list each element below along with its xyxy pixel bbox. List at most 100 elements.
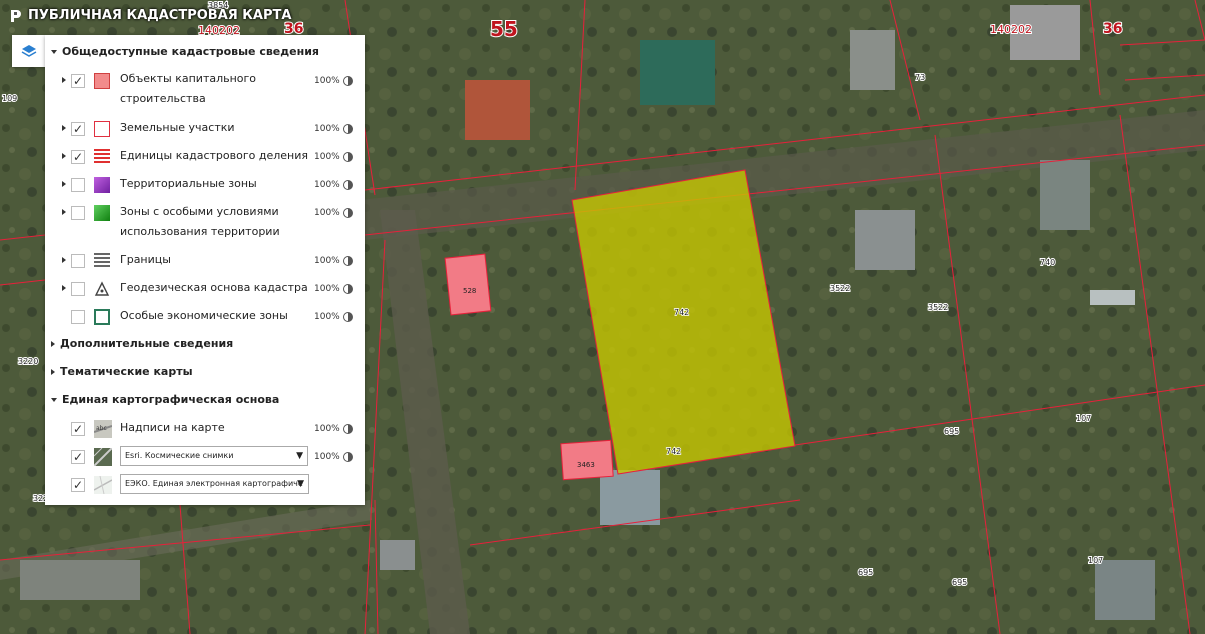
expand-icon[interactable] <box>62 77 66 83</box>
opacity-value: 100% <box>314 152 340 162</box>
opacity-icon[interactable] <box>343 312 353 322</box>
boundaries-swatch-icon <box>94 253 110 269</box>
section-title: Единая картографическая основа <box>62 393 280 406</box>
opacity-value: 100% <box>314 208 340 218</box>
economic-zones-swatch-icon <box>94 309 110 325</box>
map-label: 695 <box>944 427 959 436</box>
expand-icon[interactable] <box>62 209 66 215</box>
opacity-icon[interactable] <box>343 124 353 134</box>
layer-checkbox[interactable]: ✓ <box>71 450 85 464</box>
layer-checkbox[interactable]: ✓ <box>71 422 85 436</box>
house-roof <box>380 540 415 570</box>
layer-checkbox[interactable]: ✓ <box>71 122 85 136</box>
house-roof <box>1040 160 1090 230</box>
building-528[interactable] <box>444 253 492 316</box>
opacity-value: 100% <box>314 256 340 266</box>
section-public-cadastre[interactable]: Общедоступные кадастровые сведения <box>51 45 319 58</box>
section-title: Дополнительные сведения <box>60 337 234 350</box>
map-label: 109 <box>2 94 17 103</box>
expand-icon[interactable] <box>62 285 66 291</box>
map-labels-thumbnail-icon: abc <box>94 420 112 438</box>
house-roof <box>20 560 140 600</box>
layer-checkbox[interactable] <box>71 310 85 324</box>
layer-label: Объекты капитального строительства <box>120 72 257 105</box>
cadastral-units-swatch-icon <box>94 149 110 165</box>
chevron-down-icon: ▼ <box>296 451 303 461</box>
expand-icon[interactable] <box>62 181 66 187</box>
map-label: 3522 <box>830 284 850 293</box>
satellite-thumbnail-icon <box>94 448 112 466</box>
layer-checkbox[interactable] <box>71 178 85 192</box>
house-roof <box>640 40 715 105</box>
app-header: ПУБЛИЧНАЯ КАДАСТРОВАЯ КАРТА <box>10 8 291 23</box>
section-title: Общедоступные кадастровые сведения <box>62 45 319 58</box>
opacity-icon[interactable] <box>343 452 353 462</box>
layer-checkbox[interactable] <box>71 254 85 268</box>
land-plot-swatch-icon <box>94 121 110 137</box>
layer-label: Границы <box>120 253 171 266</box>
opacity-value: 100% <box>314 76 340 86</box>
basemap-select-eeko[interactable]: ЕЭКО. Единая электронная картографиче ▼ <box>120 474 309 494</box>
house-roof <box>465 80 530 140</box>
opacity-value: 100% <box>314 312 340 322</box>
opacity-value: 100% <box>314 424 340 434</box>
opacity-value: 100% <box>314 284 340 294</box>
map-label: 528 <box>463 287 476 295</box>
expand-icon[interactable] <box>62 257 66 263</box>
map-label: 107 <box>1076 414 1091 423</box>
layer-checkbox[interactable]: ✓ <box>71 74 85 88</box>
expand-icon[interactable] <box>62 153 66 159</box>
collapse-icon <box>51 397 57 402</box>
map-label: 3522 <box>928 303 948 312</box>
opacity-icon[interactable] <box>343 180 353 190</box>
building-3463[interactable] <box>560 439 614 481</box>
house-roof <box>1095 560 1155 620</box>
opacity-value: 100% <box>314 180 340 190</box>
basemap-select-esri[interactable]: Esri. Космические снимки ▼ <box>120 446 308 466</box>
section-base-map[interactable]: Единая картографическая основа <box>51 393 279 406</box>
map-label: 140202 <box>990 23 1032 36</box>
svg-text:abc: abc <box>96 425 107 432</box>
expand-icon <box>51 340 55 347</box>
select-value: Esri. Космические снимки <box>125 451 234 460</box>
layers-toggle-button[interactable] <box>12 35 45 67</box>
layer-label: Земельные участки <box>120 121 235 134</box>
expand-icon[interactable] <box>62 125 66 131</box>
capital-construction-swatch-icon <box>94 73 110 89</box>
house-roof <box>855 210 915 270</box>
map-label: 742 <box>674 308 689 317</box>
opacity-value: 100% <box>314 452 340 462</box>
map-label: 3220 <box>18 357 38 366</box>
house-roof <box>1090 290 1135 305</box>
opacity-icon[interactable] <box>343 256 353 266</box>
chevron-down-icon: ▼ <box>297 479 304 489</box>
layer-checkbox[interactable]: ✓ <box>71 478 85 492</box>
opacity-value: 100% <box>314 124 340 134</box>
map-label: 36 <box>1103 21 1122 37</box>
map-label: 695 <box>952 578 967 587</box>
section-title: Тематические карты <box>60 365 193 378</box>
pkk-logo-icon <box>11 9 21 22</box>
opacity-icon[interactable] <box>343 208 353 218</box>
layer-label: Территориальные зоны <box>120 177 257 190</box>
opacity-icon[interactable] <box>343 152 353 162</box>
map-label: 107 <box>1088 556 1103 565</box>
opacity-icon[interactable] <box>343 76 353 86</box>
layer-label: Надписи на карте <box>120 421 225 434</box>
layer-label: Особые экономические зоны <box>120 309 288 322</box>
layer-checkbox[interactable]: ✓ <box>71 150 85 164</box>
opacity-icon[interactable] <box>343 284 353 294</box>
layers-panel: Общедоступные кадастровые сведения ✓ Объ… <box>45 35 365 505</box>
section-thematic[interactable]: Тематические карты <box>51 365 193 378</box>
map-label: 3463 <box>577 461 595 469</box>
house-roof <box>850 30 895 90</box>
opacity-icon[interactable] <box>343 424 353 434</box>
layer-label: Зоны с особыми условиями использования т… <box>120 205 280 238</box>
layers-icon <box>21 45 36 57</box>
app-title: ПУБЛИЧНАЯ КАДАСТРОВАЯ КАРТА <box>28 8 292 23</box>
layer-checkbox[interactable] <box>71 282 85 296</box>
layer-checkbox[interactable] <box>71 206 85 220</box>
geodetic-triangle-icon <box>94 281 110 296</box>
collapse-icon <box>51 49 57 54</box>
section-additional[interactable]: Дополнительные сведения <box>51 337 233 350</box>
